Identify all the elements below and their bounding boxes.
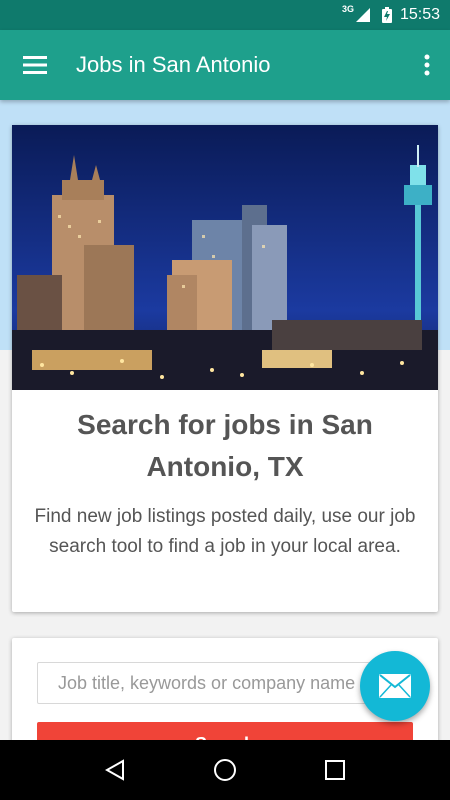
status-bar: 3G 15:53 <box>0 0 450 30</box>
nav-home-button[interactable] <box>205 750 245 790</box>
nav-back-button[interactable] <box>95 750 135 790</box>
triangle-back-icon <box>105 759 124 781</box>
battery-icon <box>381 7 392 23</box>
hamburger-menu-icon <box>23 56 47 74</box>
menu-button[interactable] <box>0 30 70 100</box>
envelope-icon <box>379 674 411 698</box>
vertical-dots-icon <box>424 54 430 76</box>
main-content[interactable]: Search for jobs in San Antonio, TX Find … <box>0 100 450 740</box>
hero-description: Find new job listings posted daily, use … <box>34 506 416 557</box>
network-type-label: 3G <box>341 4 354 14</box>
search-button[interactable]: Search <box>37 722 413 740</box>
circle-home-icon <box>214 759 236 781</box>
clock: 15:53 <box>399 6 440 23</box>
square-recents-icon <box>325 760 345 780</box>
hero-title: Search for jobs in San Antonio, TX <box>77 409 373 482</box>
job-search-input[interactable] <box>37 662 387 704</box>
app-bar: Jobs in San Antonio <box>0 30 450 100</box>
signal-icon <box>355 8 370 22</box>
page-title: Jobs in San Antonio <box>76 52 271 77</box>
email-fab-button[interactable] <box>360 651 430 721</box>
city-skyline-image <box>12 125 438 390</box>
overflow-menu-button[interactable] <box>404 30 450 100</box>
system-navigation-bar <box>0 740 450 800</box>
hero-card: Search for jobs in San Antonio, TX Find … <box>12 125 438 612</box>
nav-recents-button[interactable] <box>315 750 355 790</box>
